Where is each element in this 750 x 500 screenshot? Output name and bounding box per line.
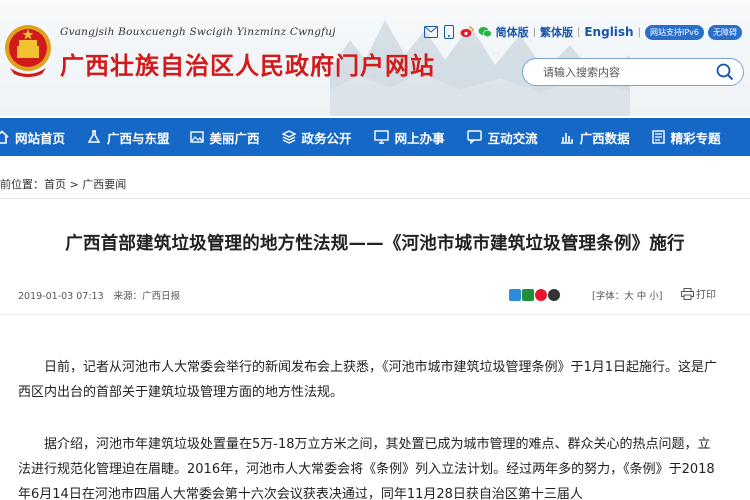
toolbar-separator: | — [576, 26, 581, 38]
article-title: 广西首部建筑垃圾管理的地方性法规——《河池市城市建筑垃圾管理条例》施行 — [65, 234, 685, 254]
breadcrumb-section-link[interactable]: 广西要闻 — [82, 178, 126, 191]
breadcrumb-home-link[interactable]: 首页 — [44, 178, 66, 191]
nav-item-label: 网站首页 — [15, 130, 66, 146]
english-link[interactable]: English — [584, 25, 633, 39]
weibo-icon[interactable] — [460, 25, 474, 39]
nav-item-online-services[interactable]: 网上办事 — [373, 118, 445, 156]
nav-item-beautiful-guangxi[interactable]: 美丽广西 — [189, 118, 260, 156]
nav-item-special-topics[interactable]: 精彩专题 — [651, 118, 721, 156]
search-icon[interactable] — [715, 62, 735, 82]
national-emblem-icon — [5, 25, 51, 77]
bar-chart-icon — [560, 133, 573, 144]
accessibility-badge[interactable]: 无障碍 — [708, 24, 742, 40]
nav-item-home[interactable]: 网站首页 — [0, 118, 65, 156]
nav-item-government-affairs[interactable]: 政务公开 — [281, 118, 352, 156]
site-title[interactable]: 广西壮族自治区人民政府门户网站 — [60, 46, 435, 81]
search-box — [522, 58, 744, 86]
article-datetime: 2019-01-03 07:13 — [18, 291, 104, 302]
nav-item-interaction[interactable]: 互动交流 — [466, 118, 538, 156]
share-weibo-icon[interactable] — [535, 289, 547, 301]
breadcrumb-prefix: 前位置： — [0, 178, 44, 191]
search-input[interactable] — [543, 65, 715, 79]
breadcrumb-divider — [0, 198, 750, 199]
nav-item-label: 互动交流 — [487, 130, 538, 146]
image-icon — [189, 131, 204, 143]
font-size-selector[interactable]: [字体：大 中 小] — [592, 288, 662, 302]
nav-item-guangxi-asean[interactable]: 广西与东盟 — [87, 118, 170, 156]
mobile-icon[interactable] — [442, 25, 456, 39]
mail-icon[interactable] — [423, 25, 438, 39]
simplified-chinese-link[interactable]: 简体版 — [496, 24, 529, 40]
nav-item-label: 政务公开 — [301, 130, 352, 146]
nav-item-guangxi-data[interactable]: 广西数据 — [560, 118, 630, 156]
site-subtitle: Gvangjsih Bouxcuengh Swcigih Yinzminz Cw… — [60, 26, 336, 38]
document-icon — [651, 130, 665, 144]
layers-icon — [281, 130, 296, 144]
print-label: 打印 — [696, 290, 716, 301]
header-toolbar: 简体版 | 繁体版 | English | 网站支持IPv6 无障碍 — [423, 24, 742, 40]
share-qq-icon[interactable] — [548, 289, 560, 301]
ipv6-badge[interactable]: 网站支持IPv6 — [644, 24, 704, 40]
nav-item-label: 精彩专题 — [670, 130, 721, 146]
nav-item-label: 美丽广西 — [209, 130, 260, 146]
article-paragraph: 据介绍，河池市年建筑垃圾处置量在5万-18万立方米之间，其处置已成为城市管理的难… — [18, 437, 715, 500]
share-buttons — [509, 289, 560, 301]
share-plus-icon[interactable] — [509, 289, 521, 301]
toolbar-separator: | — [532, 26, 536, 38]
main-nav: 网站首页 广西与东盟 美丽广西 政务公开 网上办事 互动交流 广西数据 精彩专题 — [0, 118, 750, 156]
nav-item-label: 广西数据 — [579, 130, 630, 146]
breadcrumb-separator: > — [69, 178, 79, 191]
nav-item-label: 广西与东盟 — [107, 130, 170, 146]
site-header: Gvangjsih Bouxcuengh Swcigih Yinzminz Cw… — [0, 0, 750, 116]
breadcrumb: 前位置：首页 > 广西要闻 — [0, 176, 126, 192]
home-icon — [0, 130, 9, 144]
article-meta: 2019-01-03 07:13 来源：广西日报 — [18, 288, 180, 302]
monitor-icon — [373, 130, 389, 144]
page: Gvangjsih Bouxcuengh Swcigih Yinzminz Cw… — [0, 0, 750, 500]
wechat-icon[interactable] — [478, 25, 492, 39]
share-wechat-icon[interactable] — [522, 289, 534, 301]
toolbar-separator: | — [637, 26, 641, 38]
print-button[interactable]: 打印 — [681, 286, 716, 301]
article-source: 来源：广西日报 — [113, 291, 181, 302]
article-paragraph: 日前，记者从河池市人大常委会举行的新闻发布会上获悉，《河池市城市建筑垃圾管理条例… — [18, 360, 718, 400]
nav-item-label: 网上办事 — [394, 130, 445, 146]
printer-icon — [681, 287, 694, 300]
meta-divider — [0, 314, 750, 315]
flask-icon — [87, 130, 101, 143]
traditional-chinese-link[interactable]: 繁体版 — [540, 24, 573, 40]
chat-icon — [466, 130, 482, 144]
